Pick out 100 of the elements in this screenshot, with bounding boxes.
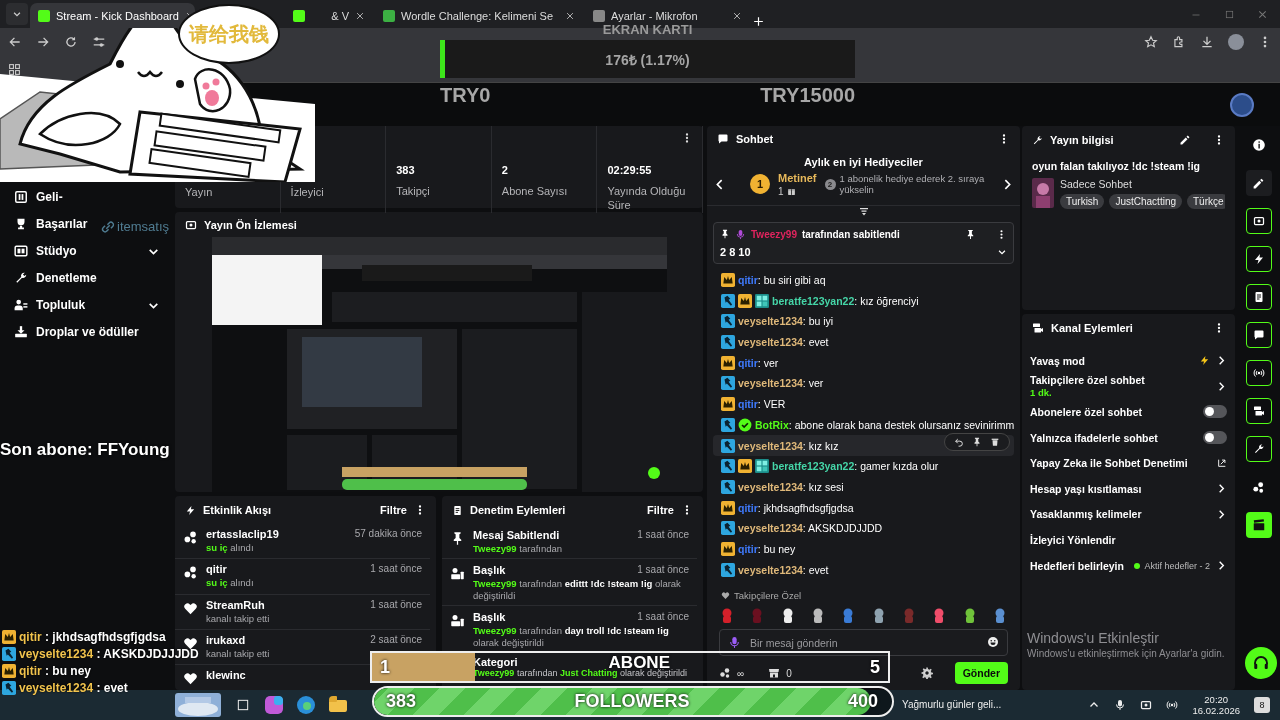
new-tab-icon[interactable] — [752, 15, 765, 28]
close-icon[interactable] — [565, 10, 575, 21]
site-settings-icon[interactable] — [92, 35, 106, 49]
browser-tab[interactable]: & V — [285, 3, 373, 28]
follower-goal-current: 383 — [385, 691, 417, 712]
goal-title: EKRAN KARTI — [602, 22, 693, 39]
apps-icon[interactable] — [8, 62, 21, 76]
emoji-icon[interactable] — [987, 636, 999, 648]
wrench-icon — [1252, 443, 1265, 455]
sidebar-item[interactable]: Stüdyo — [8, 242, 172, 260]
user-avatar[interactable] — [1230, 92, 1254, 117]
action-row[interactable]: Yapay Zeka ile Sohbet Denetimi — [1022, 450, 1235, 476]
task-view-icon[interactable] — [235, 697, 251, 713]
action-label: Yalnızca ifadelerle sohbet — [1030, 431, 1159, 444]
tag-chip[interactable]: JustChactting — [1109, 194, 1182, 209]
forward-icon[interactable] — [36, 35, 50, 49]
download-icon[interactable] — [1200, 35, 1214, 49]
browser-icon[interactable] — [297, 696, 315, 714]
clock-date: 16.02.2026 — [1192, 705, 1240, 717]
hammer-badge-icon — [721, 376, 735, 391]
microphone-icon — [735, 228, 746, 240]
action-row[interactable]: Yavaş mod — [1022, 348, 1235, 374]
close-icon[interactable] — [355, 10, 365, 21]
tag-chip[interactable]: Turkish — [1060, 194, 1105, 209]
event-time: 1 saat önce — [637, 529, 689, 541]
site-icon — [593, 9, 605, 22]
maximize-icon[interactable] — [1224, 9, 1235, 20]
clips-button[interactable] — [1245, 512, 1272, 538]
browser-tab[interactable]: Wordle Challenge: Kelimeni Se — [375, 3, 583, 28]
gifter-hint: 1 abonelik hediye ederek 2. sıraya yükselin — [839, 173, 986, 196]
tag-chip[interactable]: Türkçe — [1187, 194, 1225, 209]
toggle-switch[interactable] — [1203, 431, 1227, 445]
filter-icon[interactable] — [857, 205, 870, 218]
sidebar-item[interactable]: Droplar ve ödüller — [8, 323, 139, 341]
chat-icon — [717, 132, 729, 145]
sidebar-item[interactable]: Topluluk — [8, 296, 172, 314]
stream-info-toggle[interactable] — [1245, 436, 1272, 462]
points-icon — [183, 530, 198, 545]
notification-badge[interactable]: 8 — [1254, 697, 1270, 713]
event-user: qitir — [206, 563, 227, 576]
event-detail: Tweezy99 tarafından dayı troll !dc !steam !ig olarak değiştirildi — [473, 625, 670, 648]
tab-search-button[interactable] — [6, 3, 28, 25]
heart-icon — [183, 600, 198, 616]
broadcast-toggle[interactable] — [1245, 360, 1272, 386]
edit-icon[interactable] — [1179, 134, 1191, 146]
activation-text: Windows'u etkinleştirmek için Ayarlar'a gidin. — [1027, 648, 1225, 659]
event-title: Başlık — [473, 611, 506, 624]
preview-toggle[interactable] — [1245, 208, 1272, 234]
reload-icon[interactable] — [64, 35, 78, 49]
microphone-icon[interactable] — [1114, 699, 1127, 711]
send-button[interactable]: Gönder — [954, 662, 1008, 684]
action-row[interactable]: Hedefleri belirleyin Aktif hedefler - 2 — [1022, 552, 1235, 579]
action-row[interactable]: Hesap yaşı kısıtlaması — [1022, 475, 1235, 502]
chat-message: qitir: bu siri gibi aq — [738, 274, 826, 287]
close-icon[interactable] — [732, 10, 742, 21]
store-icon[interactable] — [768, 667, 781, 679]
sidebar-item[interactable]: Başarılar — [8, 215, 88, 233]
points-count: ∞ — [737, 667, 745, 679]
activity-toggle[interactable] — [1245, 246, 1272, 272]
copilot-icon[interactable] — [265, 696, 283, 714]
close-icon[interactable] — [1257, 9, 1268, 20]
event-detail: Tweezy99 tarafından edittt !dc !steam !ig olarak değiştirildi — [473, 578, 682, 602]
star-icon[interactable] — [1144, 35, 1158, 49]
crown-badge-icon — [2, 664, 16, 678]
sub-goal-current: 1 — [379, 656, 390, 678]
document-icon — [452, 504, 463, 516]
category-name: Sadece Sohbet — [1060, 178, 1133, 190]
sidebar-item[interactable]: Denetleme — [8, 269, 97, 287]
volume-icon[interactable] — [1166, 699, 1179, 711]
extension-icon[interactable] — [1172, 35, 1186, 49]
event-title: Başlık — [473, 564, 506, 577]
card-title: Etkinlik Akışı — [203, 504, 272, 516]
chat-message: beratfe123yan22: gamer kızda olur — [772, 460, 939, 473]
hammer-badge-icon — [721, 479, 735, 494]
overlay-chat-line: qitir : jkhdsagfhdsgfjgdsa — [19, 630, 166, 644]
message-input[interactable]: Bir mesaj gönderin — [719, 629, 1008, 656]
sidebar-item[interactable]: Geli- — [8, 188, 63, 206]
gift-count: 1 — [778, 185, 784, 197]
pinned-text: 2 8 10 — [720, 245, 752, 258]
channel-actions-toggle[interactable] — [1245, 398, 1272, 424]
event-detail: kanalı takip etti — [206, 648, 271, 661]
support-button[interactable] — [1245, 647, 1277, 679]
filter-button[interactable]: Filtre — [647, 504, 674, 516]
action-row[interactable]: İzleyici Yönlendir — [1022, 527, 1235, 553]
toggle-switch[interactable] — [1203, 405, 1227, 419]
settings-icon[interactable] — [920, 667, 933, 679]
hammer-badge-icon — [721, 562, 735, 577]
chat-toggle[interactable] — [1245, 322, 1272, 348]
filter-button[interactable]: Filtre — [380, 504, 407, 516]
unpin-icon[interactable] — [965, 228, 976, 240]
stat-value: 383 — [396, 164, 416, 176]
network-icon[interactable] — [1140, 699, 1153, 711]
moderation-toggle[interactable] — [1245, 284, 1272, 310]
folder-icon[interactable] — [329, 696, 347, 714]
edit-button[interactable] — [1245, 170, 1272, 196]
action-row[interactable]: Yasaklanmış kelimeler — [1022, 501, 1235, 528]
action-row[interactable]: Takipçilere özel sohbet 1 dk. — [1022, 373, 1235, 400]
video-icon — [1252, 405, 1265, 417]
profile-avatar[interactable] — [1228, 34, 1244, 50]
back-icon[interactable] — [8, 35, 22, 49]
